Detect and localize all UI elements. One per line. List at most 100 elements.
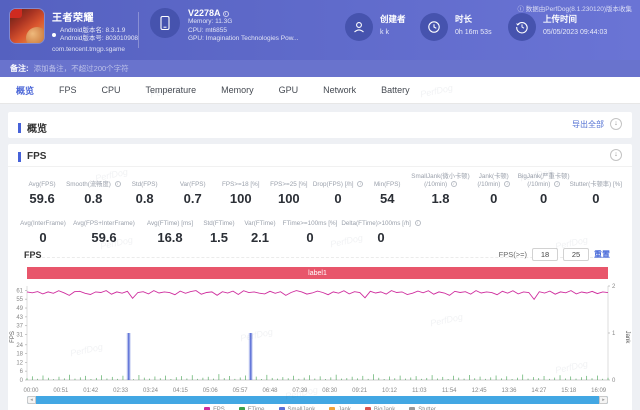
info-icon[interactable]: i [115,181,121,187]
stat-value: 2.1 [251,230,269,245]
collector-version-note: ⓘ 数据由PerfDog(8.1.230120)版本收集 [517,3,632,13]
tab-temperature[interactable]: Temperature [146,85,197,95]
stat-value: 59.6 [29,191,54,206]
upload-time-value: 05/05/2023 09:44:03 [543,29,607,36]
stat-1: Avg(FPS+InterFrame)59.6 [68,207,140,245]
svg-text:37: 37 [16,324,23,330]
fps-section-title: FPS [18,151,46,162]
stat-0: Avg(InterFrame)0 [18,207,68,245]
scene-label-band[interactable]: label1 [27,267,608,279]
stat-value: 0 [490,191,497,206]
stat-label-2: (/10min) i [424,181,457,189]
stat-9: Jank(卡顿)(/10min) i0 [470,170,518,206]
fps-card: FPS ↓ Avg(FPS)59.6Smooth(流畅度) i0.8Std(FP… [8,144,632,410]
stat-value: 0 [306,230,313,245]
svg-text:12:45: 12:45 [472,388,488,394]
stat-value: 0.8 [84,191,102,206]
stat-3: Var(FPS)0.7 [169,170,217,206]
stat-value: 0 [377,230,384,245]
fps-threshold-max-input[interactable] [563,248,589,261]
threshold-reset-button[interactable]: 重置 [594,249,610,260]
stat-10: BigJank(严重卡顿)(/10min) i0 [518,170,570,206]
remark-bar[interactable]: 备注: 添加备注，不超过200个字符 [0,60,640,77]
stat-label: Avg(FPS) [28,181,55,189]
svg-text:10:12: 10:12 [382,388,398,394]
stat-label: Min(FPS) [374,181,401,189]
fps-chart-header: FPS FPS(>=) 重置 [8,248,632,265]
scrollbar-left-handle[interactable]: ◂ [27,396,36,404]
tab-概览[interactable]: 概览 [16,84,34,97]
svg-text:18: 18 [16,352,23,358]
stat-value: 1.8 [431,191,449,206]
accent-bar [18,123,21,133]
stat-6: Drop(FPS) [/h] i0 [313,170,363,206]
svg-text:01:42: 01:42 [83,388,99,394]
tab-network[interactable]: Network [323,85,356,95]
duration-widget: 时长 0h 16m 53s [420,13,492,41]
svg-text:00:51: 00:51 [53,388,69,394]
stat-label: SmallJank(微小卡顿) [411,173,469,181]
info-icon[interactable]: i [415,220,421,226]
download-icon[interactable]: ↓ [610,118,622,130]
phone-icon [150,8,180,38]
stat-label: FPS>=18 [%] [222,181,259,189]
fps-chart-label: FPS [24,250,42,260]
svg-text:14:27: 14:27 [531,388,547,394]
report-header: ⓘ 数据由PerfDog(8.1.230120)版本收集 王者荣耀 Androi… [0,0,640,60]
device-info: V2278Ai Memory: 11.3G CPU: mt6855 GPU: I… [150,8,298,44]
svg-text:09:21: 09:21 [352,388,368,394]
svg-text:13:36: 13:36 [501,388,517,394]
stat-8: SmallJank(微小卡顿)(/10min) i 1.8 [411,170,469,206]
stat-5: FTime>=100ms [%]0 [282,207,338,245]
tab-gpu[interactable]: GPU [279,85,299,95]
svg-text:24: 24 [16,343,23,349]
info-icon[interactable]: i [451,181,457,187]
fps-stats-row-2: Avg(InterFrame)0Avg(FPS+InterFrame)59.6 A… [18,207,622,245]
stat-4: Var(FTime) 2.1 [238,207,282,245]
tab-memory[interactable]: Memory [221,85,254,95]
user-icon [345,13,373,41]
overview-title: 概览 [18,120,47,135]
accent-bar [18,152,21,162]
info-icon[interactable]: i [357,181,363,187]
metric-tabbar: 概览 FPS CPU Temperature Memory GPU Network Batte… [0,77,640,104]
svg-text:0: 0 [612,378,616,384]
stat-value: 16.8 [157,230,182,245]
export-all-link[interactable]: 导出全部 [572,119,604,130]
creator-label: 创建者 [380,13,406,25]
tab-cpu[interactable]: CPU [102,85,121,95]
stat-value: 54 [380,191,394,206]
svg-text:07:39: 07:39 [292,388,308,394]
stat-label: Var(FTime) [244,220,275,228]
fps-jank-chart[interactable]: 06121824313743495561012FPSJank00:0000:51… [8,281,632,399]
scrollbar-right-handle[interactable]: ▸ [599,396,608,404]
svg-text:05:06: 05:06 [203,388,219,394]
upload-time-label: 上传时间 [543,13,607,25]
stat-label: Avg(FTime) [ms] [147,220,193,228]
bullet-icon [52,33,56,37]
tab-fps[interactable]: FPS [59,85,77,95]
info-icon[interactable]: i [223,11,229,17]
svg-text:08:30: 08:30 [322,388,338,394]
svg-text:15:18: 15:18 [561,388,577,394]
svg-text:00:00: 00:00 [23,388,39,394]
svg-text:49: 49 [16,306,23,312]
svg-text:0: 0 [20,378,24,384]
download-icon[interactable]: ↓ [610,149,622,161]
chart-scrollbar[interactable]: ◂ ▸ [27,396,608,404]
fps-stats-row-1: Avg(FPS)59.6Smooth(流畅度) i0.8Std(FPS)0.8V… [18,170,622,206]
info-icon[interactable]: i [554,181,560,187]
fps-threshold-min-input[interactable] [532,248,558,261]
duration-value: 0h 16m 53s [455,29,492,36]
app-title: 王者荣耀 [52,9,138,24]
svg-text:11:03: 11:03 [412,388,427,394]
info-icon[interactable]: i [504,181,510,187]
stat-label: Delta(FTime)>100ms [/h] i [341,220,420,228]
package-name: com.tencent.tmgp.sgame [52,46,138,53]
svg-text:61: 61 [16,288,23,294]
app-info: 王者荣耀 Android版本名: 8.3.1.9 Android版本号: 803… [10,9,138,53]
duration-label: 时长 [455,13,492,25]
stat-label: Std(FPS) [132,181,158,189]
scene-label-text: label1 [308,270,327,277]
tab-battery[interactable]: Battery [381,85,410,95]
